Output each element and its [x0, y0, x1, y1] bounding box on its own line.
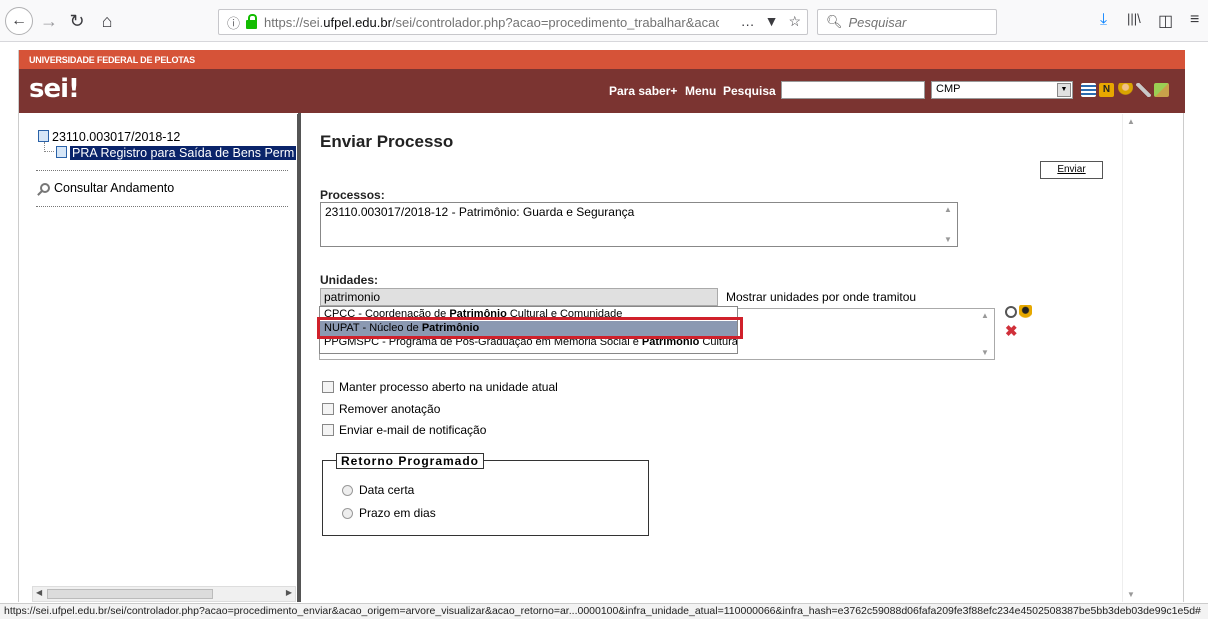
url-text[interactable]: https://sei.ufpel.edu.br/sei/controlador… — [264, 15, 719, 30]
processes-list[interactable]: 23110.003017/2018-12 - Patrimônio: Guard… — [320, 202, 958, 247]
tree-document-node[interactable]: PRA Registro para Saída de Bens Perm — [56, 146, 297, 160]
processes-label: Processos: — [320, 188, 385, 202]
info-icon[interactable]: ⓘ — [227, 13, 240, 32]
tree-process-node[interactable]: 23110.003017/2018-12 — [38, 130, 180, 144]
scroll-up-icon[interactable]: ▲ — [1127, 117, 1135, 126]
fixed-date-option[interactable]: Data certa — [342, 483, 414, 497]
highlight-box — [317, 317, 743, 339]
url-bar[interactable]: ⓘ https://sei.ufpel.edu.br/sei/controlad… — [218, 9, 808, 35]
bookmark-star-icon[interactable]: ☆ — [788, 13, 801, 30]
exit-icon[interactable] — [1154, 83, 1169, 97]
scroll-up-icon[interactable]: ▲ — [944, 205, 952, 214]
process-icon — [38, 130, 49, 142]
list-icon[interactable] — [1081, 83, 1096, 97]
page-actions-icon[interactable]: … — [741, 13, 755, 30]
scroll-down-icon[interactable]: ▼ — [1127, 590, 1135, 599]
units-scrollbar[interactable]: ▲ ▼ — [977, 309, 994, 359]
menu-link[interactable]: Menu — [685, 84, 716, 98]
pesquisa-link: Pesquisa — [723, 84, 776, 98]
main-vertical-scrollbar[interactable]: ▲ ▼ — [1122, 114, 1139, 602]
scroll-left-icon[interactable]: ◀ — [36, 588, 42, 597]
tree-divider — [36, 206, 288, 207]
menu-icon[interactable]: ≡ — [1190, 11, 1199, 29]
home-icon[interactable]: ⌂ — [96, 7, 118, 35]
show-previous-units-link[interactable]: Mostrar unidades por onde tramitou — [726, 290, 916, 304]
processes-scrollbar[interactable]: ▲ ▼ — [940, 203, 957, 246]
search-icon: 🔍︎ — [826, 14, 843, 29]
header-bar: sei! Para saber+ Menu Pesquisa CMP ▼ N — [19, 69, 1185, 113]
process-item[interactable]: 23110.003017/2018-12 - Patrimônio: Guard… — [325, 205, 634, 219]
institution-bar: UNIVERSIDADE FEDERAL DE PELOTAS — [19, 50, 1185, 69]
user-icon[interactable] — [1118, 83, 1133, 97]
notes-icon[interactable]: N — [1099, 83, 1114, 97]
reload-icon[interactable]: ↻ — [66, 7, 88, 35]
tree-divider — [36, 170, 288, 171]
status-bar-url: https://sei.ufpel.edu.br/sei/controlador… — [0, 603, 1208, 619]
units-search-input[interactable]: patrimonio — [320, 288, 718, 306]
fixed-date-radio[interactable] — [342, 485, 353, 496]
document-icon — [56, 146, 67, 158]
email-notify-option[interactable]: Enviar e-mail de notificação — [322, 423, 486, 437]
email-notify-checkbox[interactable] — [322, 424, 334, 436]
sidebar-icon[interactable]: ◫ — [1158, 11, 1173, 31]
remove-unit-icon[interactable]: ✖ — [1005, 322, 1018, 340]
pane-divider[interactable] — [297, 114, 300, 602]
pocket-icon[interactable]: ▼ — [765, 13, 779, 30]
scroll-down-icon[interactable]: ▼ — [981, 348, 989, 357]
scroll-up-icon[interactable]: ▲ — [981, 311, 989, 320]
tree-horizontal-scrollbar[interactable]: ◀ ▶ — [32, 586, 296, 602]
units-label: Unidades: — [320, 273, 379, 287]
header-search-input[interactable] — [781, 81, 925, 99]
forward-icon[interactable]: → — [38, 7, 60, 35]
search-units-icon[interactable] — [1005, 306, 1017, 318]
page-title: Enviar Processo — [320, 132, 454, 151]
unit-select[interactable]: CMP ▼ — [931, 81, 1073, 99]
search-placeholder: Pesquisar — [848, 14, 907, 30]
send-button[interactable]: Enviar — [1040, 161, 1103, 179]
magnifier-icon — [40, 183, 50, 193]
back-icon[interactable]: ← — [5, 7, 33, 35]
browser-search-input[interactable]: 🔍︎ Pesquisar — [817, 9, 997, 35]
chevron-down-icon: ▼ — [1057, 83, 1071, 97]
remove-note-option[interactable]: Remover anotação — [322, 402, 440, 416]
library-icon[interactable]: |||\ — [1127, 11, 1141, 26]
select-units-icon[interactable] — [1019, 305, 1032, 320]
wrench-icon[interactable] — [1136, 83, 1151, 97]
keep-open-checkbox[interactable] — [322, 381, 334, 393]
scroll-thumb[interactable] — [47, 589, 213, 599]
keep-open-option[interactable]: Manter processo aberto na unidade atual — [322, 380, 558, 394]
tree-connector — [44, 142, 54, 152]
return-legend: Retorno Programado — [336, 453, 485, 469]
scroll-right-icon[interactable]: ▶ — [286, 588, 292, 597]
return-fieldset — [322, 460, 649, 536]
para-saber-link[interactable]: Para saber+ — [609, 84, 677, 98]
consult-andamento-link[interactable]: Consultar Andamento — [40, 181, 174, 195]
browser-toolbar: ← → ↻ ⌂ ⓘ https://sei.ufpel.edu.br/sei/c… — [0, 0, 1208, 42]
deadline-days-option[interactable]: Prazo em dias — [342, 506, 436, 520]
download-icon[interactable]: ⤓ — [1100, 11, 1107, 29]
scroll-down-icon[interactable]: ▼ — [944, 235, 952, 244]
sei-logo[interactable]: sei! — [29, 74, 80, 104]
deadline-days-radio[interactable] — [342, 508, 353, 519]
lock-icon — [246, 13, 258, 29]
remove-note-checkbox[interactable] — [322, 403, 334, 415]
